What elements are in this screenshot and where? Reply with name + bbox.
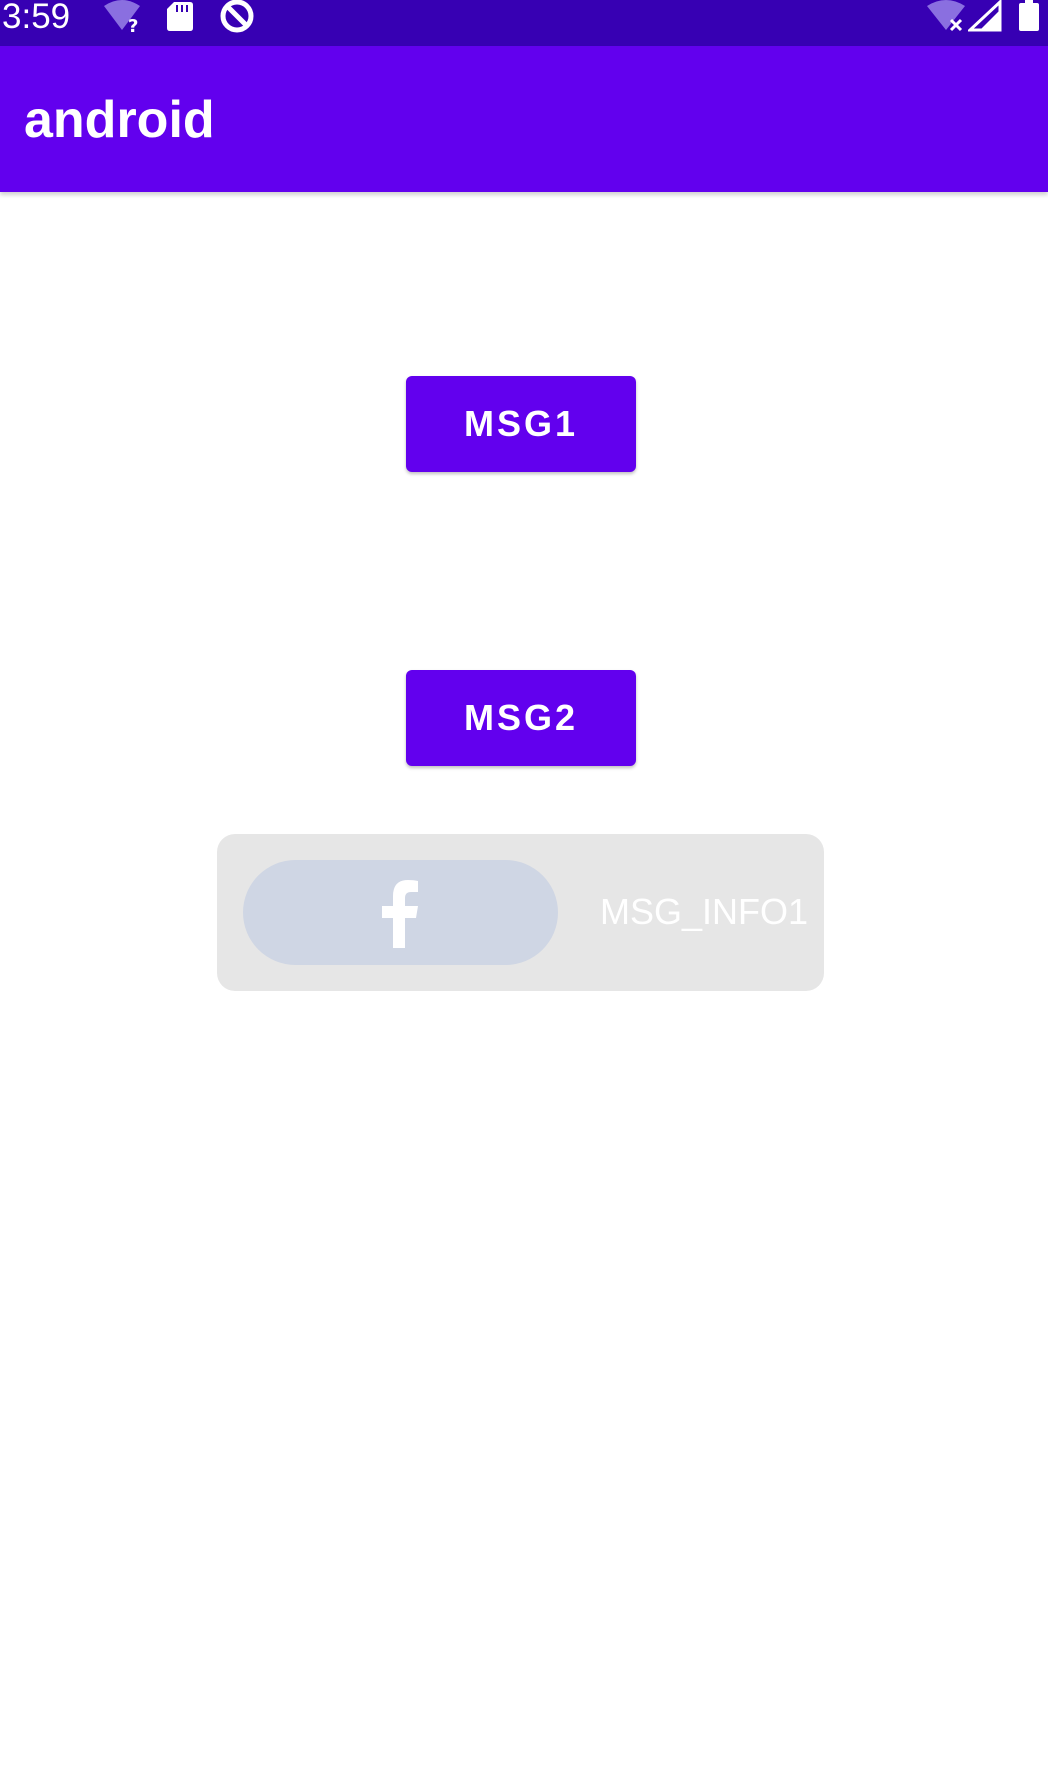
status-bar: 3:59 ?	[0, 0, 1048, 46]
app-bar: android	[0, 46, 1048, 192]
info-text: MSG_INFO1	[600, 891, 809, 932]
status-time: 3:59	[2, 0, 71, 36]
msg1-button[interactable]: MSG1	[406, 376, 636, 472]
msg2-button[interactable]: MSG2	[406, 670, 636, 766]
app-title: android	[24, 91, 215, 149]
facebook-button[interactable]	[243, 860, 558, 965]
wifi-unknown-icon: ?	[104, 0, 140, 34]
wifi-off-icon	[927, 0, 965, 32]
facebook-icon	[382, 880, 418, 948]
sd-card-icon	[167, 2, 193, 31]
svg-text:?: ?	[128, 16, 138, 34]
info-card: MSG_INFO1	[217, 834, 824, 991]
signal-icon	[968, 0, 1002, 32]
battery-icon	[1019, 0, 1039, 31]
data-saver-icon	[220, 0, 254, 33]
